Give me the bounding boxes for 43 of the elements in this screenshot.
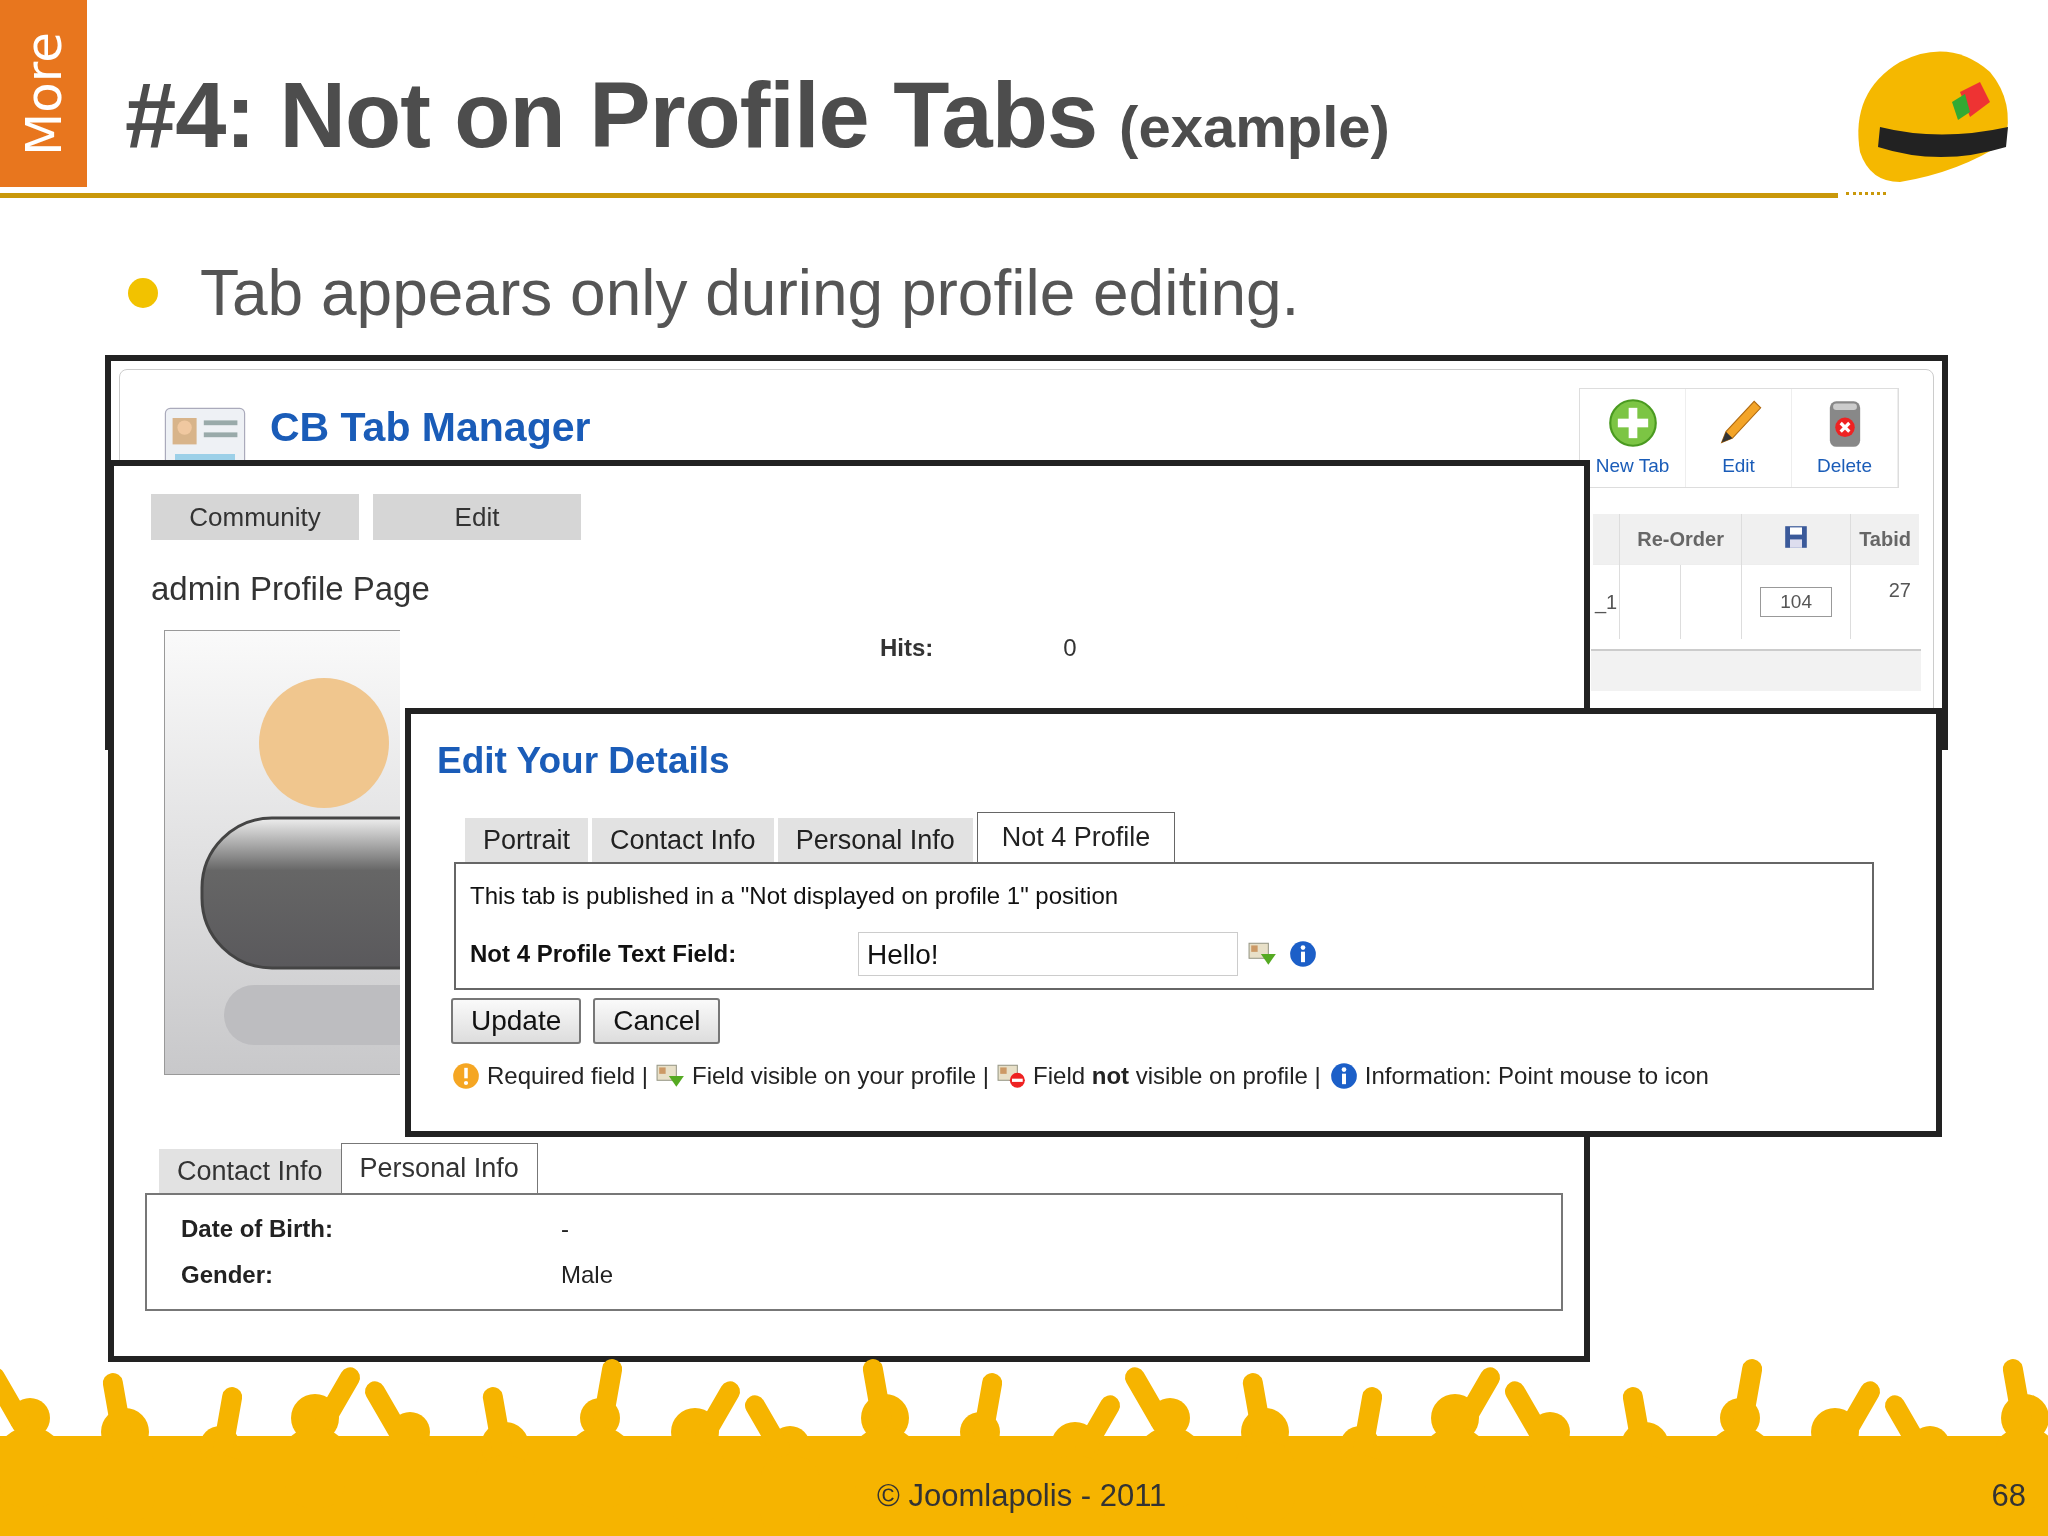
profile-heading: admin Profile Page xyxy=(151,570,431,608)
info-icon xyxy=(1288,940,1318,968)
warning-icon xyxy=(451,1062,481,1090)
edit-tab[interactable]: Not 4 Profile xyxy=(976,812,1176,862)
column-header: Re-Order xyxy=(1619,514,1742,565)
profile-tab[interactable]: Contact Info xyxy=(159,1149,341,1193)
bullet-text: Tab appears only during profile editing. xyxy=(200,256,1300,330)
plus-icon xyxy=(1606,397,1659,449)
legend-text: Information: Point mouse to icon xyxy=(1364,1062,1709,1090)
field-label: Gender: xyxy=(181,1261,274,1289)
legend-text: Field not visible on profile | xyxy=(1033,1062,1321,1090)
menu-button[interactable]: Community xyxy=(151,494,359,540)
legend-text: Required field | xyxy=(487,1062,648,1090)
edit-tab[interactable]: Portrait xyxy=(465,818,589,862)
form-button[interactable]: Update xyxy=(451,998,582,1044)
form-button[interactable]: Cancel xyxy=(593,998,721,1044)
field-value: - xyxy=(561,1215,569,1243)
save-icon xyxy=(1784,524,1809,549)
table-cell: 27 xyxy=(1888,579,1911,601)
info-icon xyxy=(1328,1062,1359,1090)
column-header: Tabid xyxy=(1850,514,1919,565)
edit-title: Edit Your Details xyxy=(437,740,731,782)
edit-tab[interactable]: Contact Info xyxy=(592,818,774,862)
notice-text: This tab is published in a "Not displayed on profile 1" position xyxy=(470,882,1120,910)
field-label: Not 4 Profile Text Field: xyxy=(470,940,738,968)
footer-text: © Joomlapolis - 2011 xyxy=(877,1478,1167,1514)
page-number: 68 xyxy=(1991,1478,2026,1514)
text-field[interactable]: Hello! xyxy=(858,932,1238,976)
legend-text: Field visible on your profile | xyxy=(692,1062,990,1090)
bullet-icon xyxy=(128,278,158,308)
field-label: Date of Birth: xyxy=(181,1215,334,1243)
hits-label: Hits: xyxy=(880,634,934,662)
manager-title: CB Tab Manager xyxy=(270,404,591,451)
table-cell: _1 xyxy=(1594,590,1618,613)
field-value: Male xyxy=(561,1261,614,1289)
slide-title: #4: Not on Profile Tabs xyxy=(125,63,1098,168)
order-field[interactable]: 104 xyxy=(1760,587,1833,617)
hits-value: 0 xyxy=(1063,634,1077,662)
edit-tab[interactable]: Personal Info xyxy=(777,818,973,862)
profile-tab[interactable]: Personal Info xyxy=(340,1143,538,1193)
field-hidden-icon xyxy=(997,1062,1028,1090)
menu-button[interactable]: Edit xyxy=(373,494,581,540)
title-suffix: (example) xyxy=(1119,93,1390,160)
